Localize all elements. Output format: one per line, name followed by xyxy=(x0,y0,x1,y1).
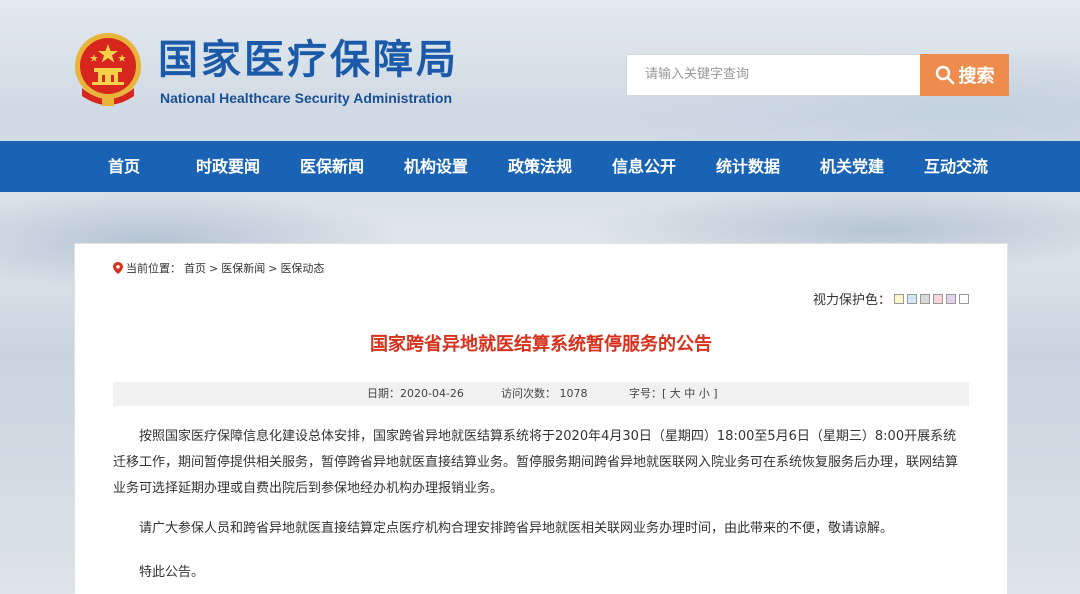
color-swatch-pink[interactable] xyxy=(933,293,943,304)
search-button-label: 搜索 xyxy=(958,66,995,87)
search-button[interactable]: 搜索 xyxy=(920,54,1009,96)
breadcrumb-prefix: 当前位置： xyxy=(126,262,181,275)
article-panel: 当前位置： 首页 > 医保新闻 > 医保动态 视力保护色： 国家跨省异地就医结算… xyxy=(74,243,1008,594)
breadcrumb-healthcare-updates[interactable]: 医保动态 xyxy=(280,260,324,276)
color-swatch-gray[interactable] xyxy=(920,293,930,304)
breadcrumb-healthcare-news[interactable]: 医保新闻 xyxy=(221,260,265,276)
search-placeholder: 请输入关键字查询 xyxy=(645,67,750,82)
article-paragraph: 按照国家医疗保障信息化建设总体安排，国家跨省异地就医结算系统将于2020年4月3… xyxy=(113,429,959,496)
color-swatch-purple[interactable] xyxy=(946,293,956,304)
breadcrumb-home[interactable]: 首页 xyxy=(184,260,206,276)
article-date: 日期：2020-04-26 xyxy=(367,387,464,400)
nav-item-politics-news[interactable]: 时政要闻 xyxy=(196,141,260,192)
site-logo-subtitle: National Healthcare Security Administrat… xyxy=(160,90,452,106)
nav-item-organization[interactable]: 机构设置 xyxy=(404,141,468,192)
article-paragraph: 特此公告。 xyxy=(139,565,205,580)
color-swatch-blue[interactable] xyxy=(907,293,917,304)
color-swatch-yellow[interactable] xyxy=(894,293,904,304)
breadcrumb-separator: > xyxy=(268,261,278,275)
location-pin-icon xyxy=(113,262,123,274)
search-input[interactable]: 请输入关键字查询 xyxy=(626,54,921,96)
search-icon xyxy=(935,65,954,85)
vision-label: 视力保护色： xyxy=(812,293,891,308)
article-paragraph: 请广大参保人员和跨省异地就医直接结算定点医疗机构合理安排跨省异地就医相关联网业务… xyxy=(139,521,894,536)
nav-item-statistics[interactable]: 统计数据 xyxy=(716,141,780,192)
article-visit-count: 访问次数： 1078 xyxy=(501,387,588,400)
site-header: 国家医疗保障局 National Healthcare Security Adm… xyxy=(0,0,1080,141)
breadcrumb: 当前位置： 首页 > 医保新闻 > 医保动态 xyxy=(113,260,324,276)
article-meta-bar: 日期：2020-04-26 访问次数： 1078 字号：[ 大 中 小 ] xyxy=(113,382,969,406)
main-nav: 首页 时政要闻 医保新闻 机构设置 政策法规 信息公开 统计数据 机关党建 互动… xyxy=(0,141,1080,192)
vision-protection-colors: 视力保护色： xyxy=(813,289,969,308)
font-size-selector[interactable]: 字号：[ 大 中 小 ] xyxy=(629,382,718,406)
color-swatch-white[interactable] xyxy=(959,293,969,304)
nav-item-home[interactable]: 首页 xyxy=(108,141,140,192)
nav-item-policies[interactable]: 政策法规 xyxy=(508,141,572,192)
national-emblem-icon xyxy=(75,33,141,106)
breadcrumb-separator: > xyxy=(209,261,219,275)
site-logo-title[interactable]: 国家医疗保障局 xyxy=(158,36,459,84)
nav-item-info-disclosure[interactable]: 信息公开 xyxy=(612,141,676,192)
nav-item-healthcare-news[interactable]: 医保新闻 xyxy=(300,141,364,192)
nav-item-interaction[interactable]: 互动交流 xyxy=(924,141,988,192)
nav-item-party-building[interactable]: 机关党建 xyxy=(820,141,884,192)
article-title: 国家跨省异地就医结算系统暂停服务的公告 xyxy=(370,334,712,355)
